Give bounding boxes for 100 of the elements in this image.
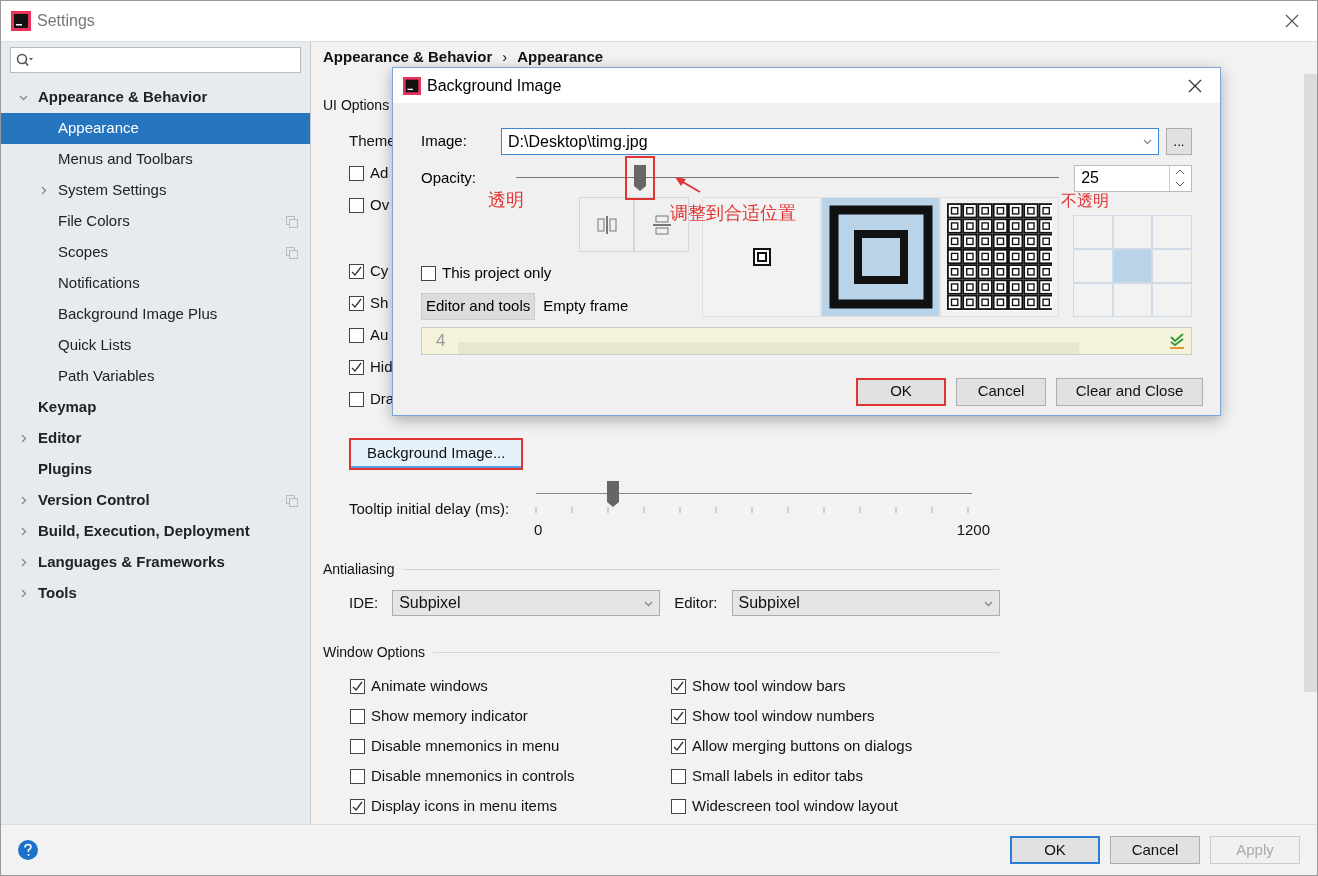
breadcrumb-item[interactable]: Appearance & Behavior [323, 46, 493, 69]
anchor-cell[interactable] [1073, 283, 1113, 317]
tree-item[interactable]: Appearance & Behavior [1, 82, 310, 113]
anchor-cell[interactable] [1112, 215, 1153, 249]
fill-mode-option[interactable] [940, 197, 1060, 317]
toggle-button[interactable]: Empty frame [539, 292, 633, 320]
tree-item[interactable]: Editor [1, 423, 310, 454]
checkbox[interactable] [350, 708, 365, 724]
dropdown[interactable]: Subpixel [731, 590, 1000, 616]
background-image-button[interactable]: Background Image... [349, 437, 524, 470]
tree-item[interactable]: Background Image Plus [1, 299, 310, 330]
checkbox-label[interactable]: Sh [370, 292, 389, 315]
tree-item[interactable]: Plugins [1, 454, 310, 485]
checkbox-label[interactable]: Show memory indicator [371, 704, 528, 728]
tree-item[interactable]: Version Control [1, 485, 310, 516]
dialog-button[interactable]: Clear and Close [1056, 377, 1203, 406]
dialog-button[interactable]: OK [1010, 836, 1100, 864]
tree-item[interactable]: Languages & Frameworks [1, 547, 310, 578]
checkbox[interactable] [349, 166, 364, 181]
checkbox-label[interactable]: Au [370, 324, 389, 347]
checkbox-label[interactable]: Show tool window numbers [692, 704, 875, 728]
breadcrumb-separator: › [502, 47, 508, 67]
tree-item[interactable]: Menus and Toolbars [1, 144, 310, 175]
checkbox-label[interactable]: Animate windows [371, 674, 488, 698]
window-title: Settings [37, 11, 96, 31]
slider-thumb[interactable] [607, 480, 620, 507]
anchor-cell[interactable] [1152, 283, 1192, 317]
section-title: Antialiasing [323, 560, 395, 579]
slider-track[interactable] [536, 480, 973, 507]
field-label: Image: [421, 131, 468, 152]
image-path-field[interactable]: D:\Desktop\timg.jpg [501, 128, 1159, 155]
dropdown[interactable]: Subpixel [392, 590, 661, 616]
tree-item[interactable]: Build, Execution, Deployment [1, 516, 310, 547]
anchor-cell[interactable] [1112, 249, 1153, 283]
checkbox[interactable] [671, 678, 686, 694]
fill-mode-option[interactable] [821, 197, 941, 317]
checkbox[interactable] [349, 198, 364, 213]
checkbox-label[interactable]: Allow merging buttons on dialogs [692, 734, 913, 758]
checkbox[interactable] [349, 392, 364, 407]
anchor-cell[interactable] [1112, 283, 1153, 317]
search-field[interactable] [10, 47, 301, 73]
anchor-cell[interactable] [1152, 215, 1192, 249]
align-button[interactable] [579, 197, 634, 252]
annotation-arrow [675, 177, 701, 193]
checkbox-label[interactable]: Disable mnemonics in controls [371, 764, 575, 788]
checkbox[interactable] [349, 328, 364, 343]
browse-button[interactable]: ... [1166, 128, 1192, 155]
checkbox-label[interactable]: Disable mnemonics in menu [371, 734, 560, 758]
annotation-text: 透明 [488, 188, 524, 212]
tree-item[interactable]: Keymap [1, 392, 310, 423]
checkbox-label[interactable]: Small labels in editor tabs [692, 764, 863, 788]
search-icon [16, 53, 34, 67]
slider-thumb[interactable] [624, 156, 655, 200]
dialog-button[interactable]: OK [856, 377, 946, 406]
tree-item[interactable]: Tools [1, 578, 310, 609]
help-icon[interactable] [18, 840, 38, 860]
checkbox-label[interactable]: Hid [370, 356, 393, 379]
tree-item[interactable]: System Settings [1, 175, 310, 206]
checkbox[interactable] [350, 798, 365, 814]
checkbox-label[interactable]: Display icons in menu items [371, 794, 557, 818]
close-icon[interactable] [1285, 14, 1299, 28]
checkbox[interactable] [349, 264, 364, 279]
dialog-title: Background Image [427, 75, 563, 96]
align-button[interactable] [634, 197, 689, 252]
checkbox[interactable] [671, 768, 686, 784]
close-icon[interactable] [1188, 78, 1202, 93]
checkbox-label[interactable]: This project only [442, 262, 552, 285]
checkbox[interactable] [349, 296, 364, 311]
checkbox[interactable] [671, 708, 686, 724]
checkbox[interactable] [349, 360, 364, 375]
field-label: Editor: [674, 592, 718, 613]
checkbox[interactable] [671, 738, 686, 754]
field-label: Opacity: [421, 167, 478, 188]
annotation-text: 调整到合适位置 [670, 201, 796, 225]
anchor-cell[interactable] [1073, 249, 1113, 283]
tree-item[interactable]: File Colors [1, 206, 310, 237]
dialog-button[interactable]: Cancel [1110, 836, 1200, 864]
checkbox[interactable] [421, 265, 436, 281]
checkbox-label[interactable]: Ad [370, 162, 389, 185]
tree-item[interactable]: Scopes [1, 237, 310, 268]
breadcrumb-item[interactable]: Appearance [517, 46, 604, 69]
toggle-button[interactable]: Editor and tools [421, 292, 536, 320]
tree-item[interactable]: Appearance [1, 113, 310, 144]
checkbox-label[interactable]: Ov [370, 194, 390, 217]
section-title: UI Options [323, 95, 391, 115]
checkbox[interactable] [350, 738, 365, 754]
checkbox-label[interactable]: Widescreen tool window layout [692, 794, 898, 818]
checkbox[interactable] [350, 768, 365, 784]
number-spinner[interactable]: 25 [1074, 164, 1192, 192]
checkbox[interactable] [671, 798, 686, 814]
anchor-cell[interactable] [1073, 215, 1113, 249]
dialog-button[interactable]: Cancel [956, 377, 1046, 406]
checkbox-label[interactable]: Cy [370, 260, 389, 283]
tree-item[interactable]: Path Variables [1, 361, 310, 392]
tree-item[interactable]: Notifications [1, 268, 310, 299]
anchor-cell[interactable] [1152, 249, 1192, 283]
checkbox-label[interactable]: Show tool window bars [692, 674, 846, 698]
checkbox[interactable] [350, 678, 365, 694]
tree-item[interactable]: Quick Lists [1, 330, 310, 361]
field-label: IDE: [349, 592, 379, 613]
